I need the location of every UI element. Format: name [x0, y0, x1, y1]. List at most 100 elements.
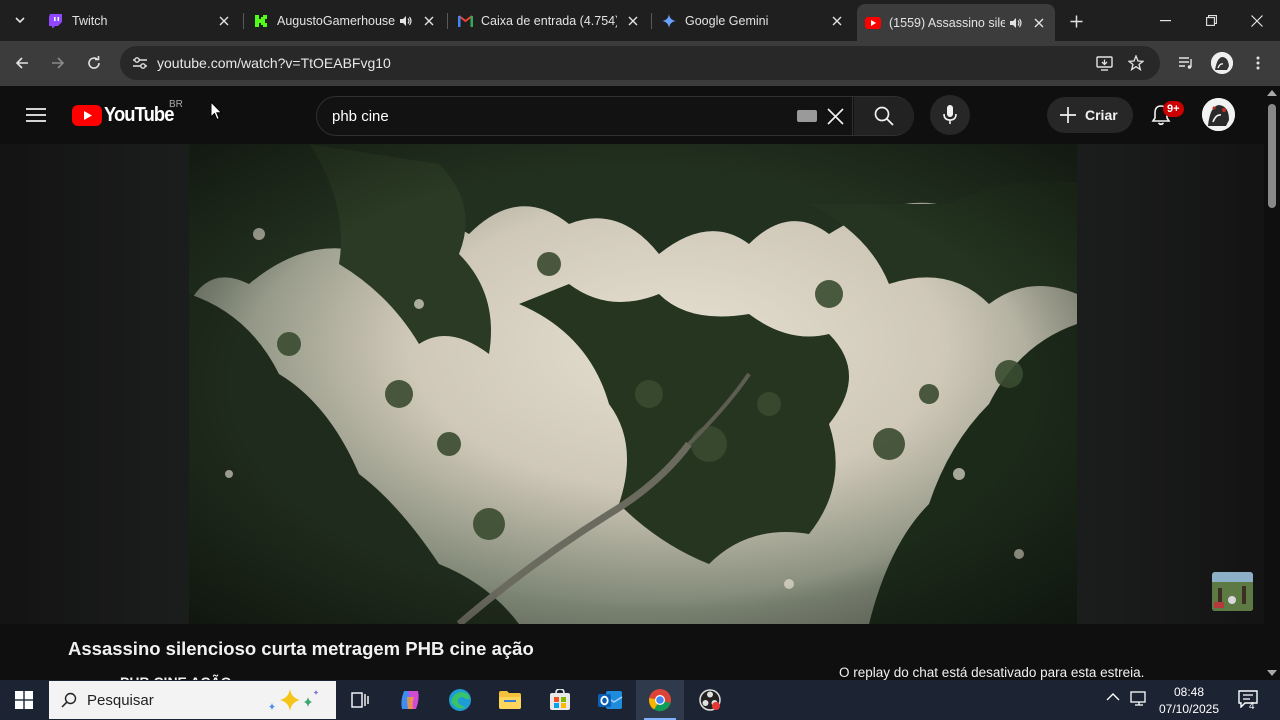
close-tab-icon[interactable] — [1031, 15, 1047, 31]
tab-gmail[interactable]: Caixa de entrada (4.754) — [449, 7, 649, 35]
speaker-icon[interactable] — [399, 15, 413, 27]
reload-button[interactable] — [80, 49, 108, 77]
taskbar-chrome[interactable] — [636, 680, 684, 720]
create-button[interactable]: Criar — [1047, 97, 1133, 133]
show-hidden-icons-icon[interactable] — [1106, 692, 1120, 702]
windows-logo-icon — [15, 691, 33, 709]
task-view-icon — [351, 692, 369, 708]
guide-menu-button[interactable] — [22, 101, 50, 129]
close-icon — [826, 107, 844, 125]
close-tab-icon[interactable] — [216, 13, 232, 29]
close-icon — [1251, 14, 1263, 27]
tab-search-button[interactable] — [8, 8, 32, 32]
hamburger-menu-icon — [26, 108, 46, 122]
taskbar-task-view[interactable] — [336, 680, 384, 720]
taskbar-microsoft-store[interactable] — [536, 680, 584, 720]
miniplayer-thumbnail[interactable] — [1212, 572, 1253, 611]
close-tab-icon[interactable] — [625, 13, 641, 29]
tab-gemini[interactable]: Google Gemini — [653, 7, 853, 35]
tab-separator — [447, 13, 448, 29]
tab-twitch[interactable]: Twitch — [40, 7, 240, 35]
avatar — [1211, 52, 1233, 74]
create-label: Criar — [1085, 107, 1118, 123]
clear-search-button[interactable] — [824, 105, 846, 127]
notification-center-icon[interactable] — [1238, 690, 1258, 708]
youtube-header: YouTube BR phb cine Criar 9+ — [0, 86, 1264, 144]
system-clock[interactable]: 08:48 07/10/2025 — [1150, 684, 1228, 718]
scrollbar-thumb[interactable] — [1268, 104, 1276, 208]
search-icon — [874, 106, 894, 126]
site-info-button[interactable] — [128, 51, 152, 75]
close-tab-icon[interactable] — [829, 13, 845, 29]
url-text[interactable]: youtube.com/watch?v=TtOEABFvg10 — [157, 55, 391, 71]
browser-toolbar: youtube.com/watch?v=TtOEABFvg10 — [0, 41, 1280, 86]
minimize-icon — [1159, 19, 1171, 21]
chat-replay-notice: O replay do chat está desativado para es… — [839, 665, 1145, 680]
taskbar-file-explorer[interactable] — [486, 680, 534, 720]
taskbar-obs[interactable] — [686, 680, 734, 720]
restore-button[interactable] — [1188, 0, 1234, 41]
youtube-logo[interactable]: YouTube — [72, 104, 180, 127]
twitch-icon — [48, 13, 64, 29]
search-input[interactable]: phb cine — [317, 97, 853, 135]
new-tab-button[interactable] — [1064, 9, 1088, 33]
taskbar-copilot[interactable] — [386, 680, 434, 720]
close-window-button[interactable] — [1234, 0, 1280, 41]
browser-menu-button[interactable] — [1244, 49, 1272, 77]
gmail-icon — [457, 13, 473, 29]
youtube-play-logo-icon — [72, 105, 102, 126]
taskbar-edge[interactable] — [436, 680, 484, 720]
scroll-down-arrow-icon[interactable] — [1267, 670, 1277, 676]
forward-button[interactable] — [44, 49, 72, 77]
tab-augustogamerhouse[interactable]: AugustoGamerhouse — [245, 7, 445, 35]
taskbar-search-box[interactable]: Pesquisar — [49, 681, 336, 719]
profile-button[interactable] — [1208, 49, 1236, 77]
youtube-icon — [865, 15, 881, 31]
copilot-sparkle-icon — [269, 689, 319, 711]
outlook-icon — [598, 691, 623, 709]
search-query[interactable]: phb cine — [332, 108, 389, 125]
tab-youtube[interactable]: (1559) Assassino silencioso — [857, 4, 1055, 41]
plus-icon — [1060, 107, 1076, 123]
media-control-button[interactable] — [1172, 49, 1200, 77]
edge-browser-icon — [449, 689, 471, 711]
scroll-up-arrow-icon[interactable] — [1267, 90, 1277, 96]
voice-search-button[interactable] — [930, 95, 970, 135]
tab-title: Twitch — [72, 14, 108, 28]
search-button[interactable] — [854, 97, 914, 135]
open-in-app-button[interactable] — [1092, 51, 1116, 75]
country-code: BR — [169, 99, 183, 110]
video-title: Assassino silencioso curta metragem PHB … — [68, 638, 534, 659]
plus-icon — [1070, 15, 1082, 27]
browser-tab-strip: Twitch AugustoGamerhouse Caixa de entrad… — [0, 0, 1280, 41]
video-frame-image — [189, 144, 1077, 624]
clock-time: 08:48 — [1173, 685, 1205, 699]
address-bar[interactable]: youtube.com/watch?v=TtOEABFvg10 — [120, 46, 1160, 80]
taskbar-outlook[interactable] — [586, 680, 634, 720]
windows-taskbar: Pesquisar 08:48 07/10/2025 4 — [0, 680, 1280, 720]
media-queue-icon — [1179, 57, 1192, 69]
install-app-icon — [1095, 55, 1113, 71]
network-icon[interactable] — [1130, 691, 1148, 707]
start-button[interactable] — [0, 680, 48, 720]
video-player[interactable] — [189, 144, 1077, 624]
gemini-icon — [661, 13, 677, 29]
tune-icon — [133, 57, 147, 69]
reload-icon — [88, 56, 100, 69]
star-icon — [1128, 55, 1144, 71]
thumbnail-image — [1212, 572, 1253, 611]
close-tab-icon[interactable] — [421, 13, 437, 29]
back-button[interactable] — [8, 49, 36, 77]
tab-title: AugustoGamerhouse — [277, 14, 395, 28]
notification-badge: 9+ — [1163, 101, 1184, 117]
keyboard-icon[interactable] — [797, 110, 817, 122]
bookmark-button[interactable] — [1124, 51, 1148, 75]
minimize-button[interactable] — [1142, 0, 1188, 41]
tab-title: (1559) Assassino silencioso — [889, 15, 1005, 30]
store-icon — [550, 689, 570, 710]
search-icon — [61, 692, 77, 708]
more-vert-icon — [1256, 56, 1260, 70]
notification-count: 4 — [1249, 701, 1255, 712]
speaker-icon[interactable] — [1009, 17, 1023, 29]
account-avatar[interactable] — [1202, 98, 1235, 131]
